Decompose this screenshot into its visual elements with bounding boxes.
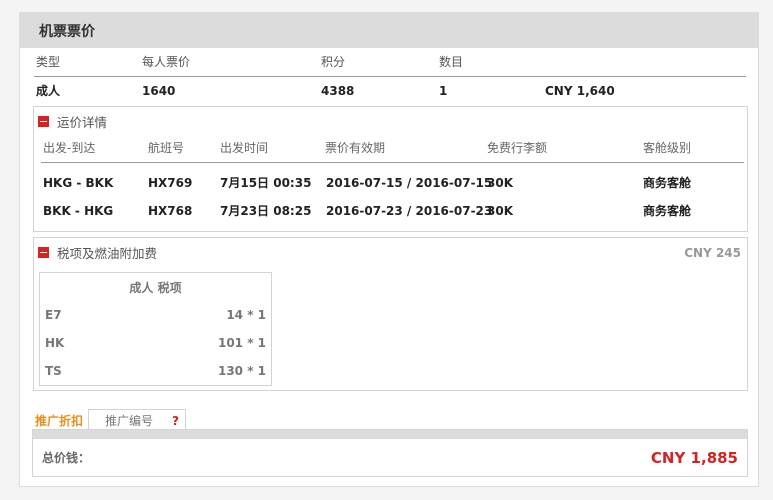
fare-count: 1 [439, 84, 448, 98]
tax-amount: 14 * 1 [226, 308, 266, 322]
tax-code: TS [45, 364, 62, 378]
total-label: 总价钱： [42, 451, 91, 465]
taxes-title: 税项及燃油附加费 [57, 245, 158, 261]
col-points-header: 积分 [321, 55, 346, 69]
baggage-allowance: 30K [487, 204, 513, 218]
fare-table-header: 类型 每人票价 积分 数目 [34, 48, 746, 77]
fare-details-toggle[interactable]: 运价详情 [38, 112, 107, 130]
col-count-header: 数目 [439, 55, 464, 69]
table-row: TS 130 * 1 [45, 358, 266, 384]
col-validity-header: 票价有效期 [325, 141, 386, 155]
tax-amount: 101 * 1 [217, 336, 266, 350]
fare-validity: 2016-07-15 / 2016-07-15 [326, 176, 493, 190]
promo-discount-label: 推广折扣 [35, 414, 84, 428]
fare-validity: 2016-07-23 / 2016-07-23 [326, 204, 493, 218]
col-route-header: 出发-到达 [43, 141, 96, 155]
col-flight-header: 航班号 [148, 141, 185, 155]
fare-points: 4388 [321, 84, 355, 98]
details-table-header: 出发-到达 航班号 出发时间 票价有效期 免费行李额 客舱级别 [41, 135, 744, 163]
collapse-icon[interactable] [38, 115, 49, 127]
table-row: E7 14 * 1 [45, 302, 266, 328]
fare-price: 1640 [142, 84, 176, 98]
taxes-toggle[interactable]: 税项及燃油附加费 [38, 243, 157, 261]
tax-breakdown-table: 成人 税项 E7 14 * 1 HK 101 * 1 TS 130 * 1 [39, 272, 272, 386]
tax-code: HK [45, 336, 65, 350]
fare-panel: 机票票价 类型 每人票价 积分 数目 成人 1640 4388 1 CNY 1,… [19, 12, 759, 487]
route: HKG - BKK [43, 176, 114, 190]
taxes-total: CNY 245 [684, 246, 741, 260]
flight-number: HX769 [148, 176, 193, 190]
fare-table-row: 成人 1640 4388 1 CNY 1,640 [34, 77, 746, 105]
departure-time: 7月23日 08:25 [220, 204, 312, 218]
collapse-icon[interactable] [38, 246, 49, 258]
panel-title: 机票票价 [20, 13, 758, 48]
table-row: HKG - BKK HX769 7月15日 00:35 2016-07-15 /… [41, 170, 744, 197]
fare-type: 成人 [36, 84, 61, 98]
departure-time: 7月15日 00:35 [220, 176, 312, 190]
total-price: CNY 1,885 [650, 449, 738, 467]
taxes-section: 税项及燃油附加费 CNY 245 成人 税项 E7 14 * 1 HK 101 … [33, 237, 748, 391]
baggage-allowance: 30K [487, 176, 513, 190]
fare-details-section: 运价详情 出发-到达 航班号 出发时间 票价有效期 免费行李额 客舱级别 HKG… [33, 106, 748, 232]
table-row: BKK - HKG HX768 7月23日 08:25 2016-07-23 /… [41, 198, 744, 225]
col-price-header: 每人票价 [142, 55, 191, 69]
route: BKK - HKG [43, 204, 114, 218]
col-type-header: 类型 [36, 55, 61, 69]
tax-amount: 130 * 1 [217, 364, 266, 378]
col-baggage-header: 免费行李额 [487, 141, 548, 155]
flight-number: HX768 [148, 204, 193, 218]
col-cabin-header: 客舱级别 [643, 141, 692, 155]
cabin-class: 商务客舱 [643, 176, 692, 190]
fare-subtotal: CNY 1,640 [545, 84, 615, 98]
table-row: HK 101 * 1 [45, 330, 266, 356]
fare-details-title: 运价详情 [57, 114, 108, 130]
col-departure-header: 出发时间 [220, 141, 269, 155]
total-divider [33, 430, 747, 439]
tax-code: E7 [45, 308, 62, 322]
cabin-class: 商务客舱 [643, 204, 692, 218]
total-section: 总价钱： CNY 1,885 [32, 429, 748, 477]
tax-table-title: 成人 税项 [129, 281, 182, 295]
